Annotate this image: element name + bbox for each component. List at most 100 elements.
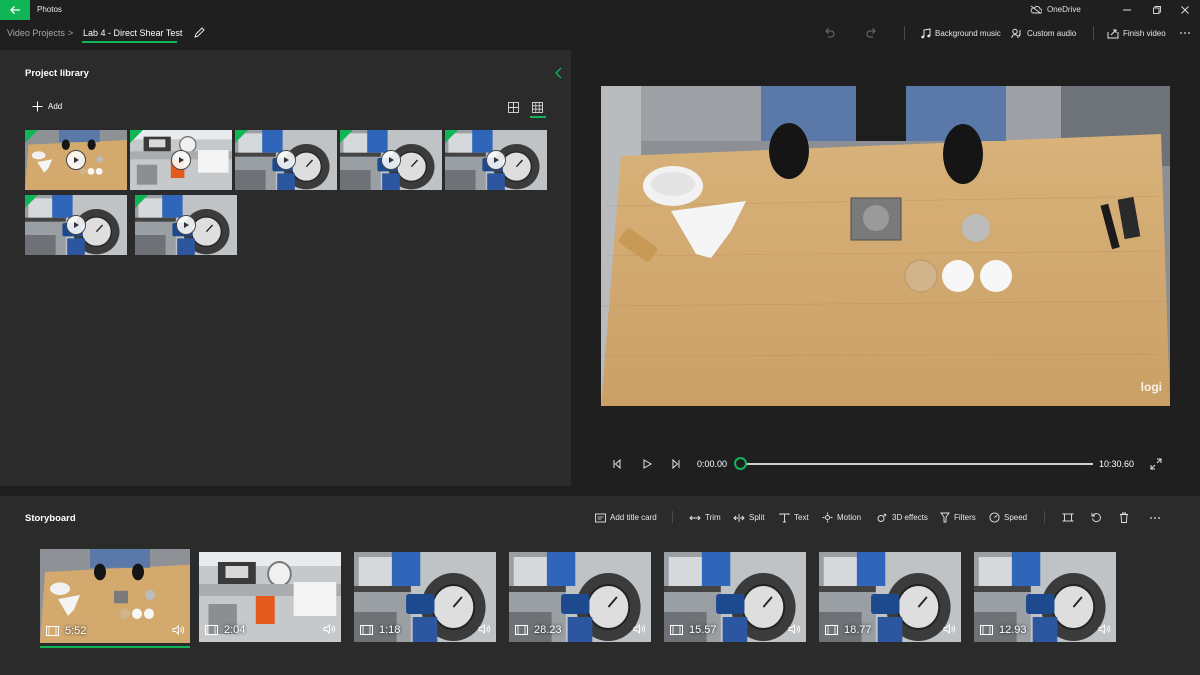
- next-frame-button[interactable]: [670, 458, 682, 470]
- library-item[interactable]: [445, 130, 547, 190]
- storyboard-clip[interactable]: 18.77: [819, 552, 961, 642]
- volume-icon[interactable]: [1098, 623, 1110, 635]
- text-button[interactable]: Text: [779, 511, 809, 524]
- rotate-icon: [1091, 513, 1101, 523]
- volume-icon[interactable]: [943, 623, 955, 635]
- split-label: Split: [749, 513, 765, 522]
- added-to-project-tag: [340, 130, 353, 143]
- speed-button[interactable]: Speed: [989, 511, 1027, 524]
- storyboard-clip[interactable]: 2:04: [199, 552, 341, 642]
- volume-icon[interactable]: [633, 623, 645, 635]
- play-icon: [486, 150, 506, 170]
- volume-icon[interactable]: [172, 624, 184, 636]
- breadcrumb-separator: >: [68, 28, 74, 38]
- volume-icon[interactable]: [788, 623, 800, 635]
- split-icon: [733, 513, 745, 522]
- previous-frame-button[interactable]: [611, 458, 623, 470]
- resize-button[interactable]: [1062, 511, 1074, 524]
- back-button[interactable]: [0, 0, 30, 20]
- view-selected-indicator: [530, 116, 546, 118]
- clip-duration-text: 5:52: [65, 625, 87, 637]
- film-icon: [825, 625, 838, 635]
- library-item[interactable]: [235, 130, 337, 190]
- scrubber-track[interactable]: [746, 463, 1093, 465]
- total-time: 10:30.60: [1099, 459, 1135, 469]
- custom-audio-button[interactable]: Custom audio: [1011, 26, 1076, 40]
- breadcrumb-current-project[interactable]: Lab 4 - Direct Shear Test: [83, 28, 182, 38]
- added-to-project-tag: [130, 130, 143, 143]
- storyboard-clip[interactable]: 1:18: [354, 552, 496, 642]
- clip-duration-text: 28.23: [534, 624, 562, 636]
- added-to-project-tag: [445, 130, 458, 143]
- rename-project-button[interactable]: [192, 26, 206, 40]
- background-music-label: Background music: [935, 28, 1001, 38]
- video-preview[interactable]: logi: [601, 86, 1170, 406]
- onedrive-status[interactable]: OneDrive: [1030, 5, 1081, 14]
- clip-duration-text: 18.77: [844, 624, 872, 636]
- redo-button[interactable]: [866, 26, 878, 40]
- play-icon: [381, 150, 401, 170]
- film-icon: [515, 625, 528, 635]
- 3d-effects-button[interactable]: 3D effects: [877, 511, 928, 524]
- project-library-panel: [0, 50, 571, 486]
- collapse-library-button[interactable]: [553, 66, 565, 80]
- minimize-button[interactable]: [1113, 0, 1141, 20]
- volume-icon[interactable]: [478, 623, 490, 635]
- clip-duration: 18.77: [825, 624, 872, 636]
- delete-button[interactable]: [1119, 511, 1129, 524]
- storyboard-more-button[interactable]: [1149, 511, 1161, 524]
- motion-button[interactable]: Motion: [822, 511, 861, 524]
- library-item[interactable]: [135, 195, 237, 255]
- library-item[interactable]: [130, 130, 232, 190]
- large-thumbnails-view-button[interactable]: [531, 101, 544, 114]
- clip-duration: 28.23: [515, 624, 562, 636]
- breadcrumb-video-projects[interactable]: Video Projects: [7, 28, 65, 38]
- play-icon: [643, 459, 653, 469]
- clip-duration-text: 1:18: [379, 624, 401, 636]
- motion-label: Motion: [837, 513, 862, 522]
- play-button[interactable]: [641, 458, 653, 470]
- add-media-label: Add: [48, 102, 63, 111]
- film-icon: [670, 625, 683, 635]
- library-item[interactable]: [25, 130, 127, 190]
- maximize-button[interactable]: [1143, 0, 1171, 20]
- fullscreen-button[interactable]: [1150, 458, 1162, 470]
- trash-icon: [1120, 512, 1128, 523]
- clip-duration-text: 12.93: [999, 624, 1027, 636]
- storyboard-clip[interactable]: 15.57: [664, 552, 806, 642]
- grid-2x2-icon: [508, 102, 519, 113]
- storyboard-clip[interactable]: 5:52: [40, 549, 190, 643]
- finish-video-label: Finish video: [1123, 28, 1166, 38]
- library-item[interactable]: [340, 130, 442, 190]
- resize-icon: [1062, 513, 1074, 522]
- webcam-watermark: logi: [1140, 380, 1162, 394]
- rotate-button[interactable]: [1091, 511, 1102, 524]
- add-media-button[interactable]: Add: [32, 101, 62, 112]
- storyboard-clip[interactable]: 28.23: [509, 552, 651, 642]
- add-title-card-button[interactable]: Add title card: [595, 511, 657, 524]
- finish-video-button[interactable]: Finish video: [1107, 26, 1166, 40]
- film-icon: [205, 625, 218, 635]
- more-options-button[interactable]: [1179, 26, 1191, 40]
- storyboard-clip[interactable]: 12.93: [974, 552, 1116, 642]
- project-library-title: Project library: [25, 68, 89, 79]
- clip-duration: 1:18: [360, 624, 400, 636]
- scrubber-handle[interactable]: [734, 457, 747, 470]
- background-music-button[interactable]: Background music: [920, 26, 1001, 40]
- library-item[interactable]: [25, 195, 127, 255]
- film-icon: [360, 625, 373, 635]
- title-bar: [0, 0, 1200, 20]
- title-card-icon: [595, 513, 606, 522]
- film-icon: [46, 626, 59, 636]
- play-icon: [66, 215, 86, 235]
- arrow-left-icon: [10, 6, 20, 14]
- clip-duration: 12.93: [980, 624, 1027, 636]
- split-button[interactable]: Split: [733, 511, 765, 524]
- small-thumbnails-view-button[interactable]: [507, 101, 520, 114]
- pencil-icon: [194, 27, 205, 38]
- undo-button[interactable]: [823, 26, 835, 40]
- volume-icon[interactable]: [323, 623, 335, 635]
- trim-button[interactable]: Trim: [689, 511, 721, 524]
- close-button[interactable]: [1171, 0, 1199, 20]
- filters-button[interactable]: Filters: [940, 511, 976, 524]
